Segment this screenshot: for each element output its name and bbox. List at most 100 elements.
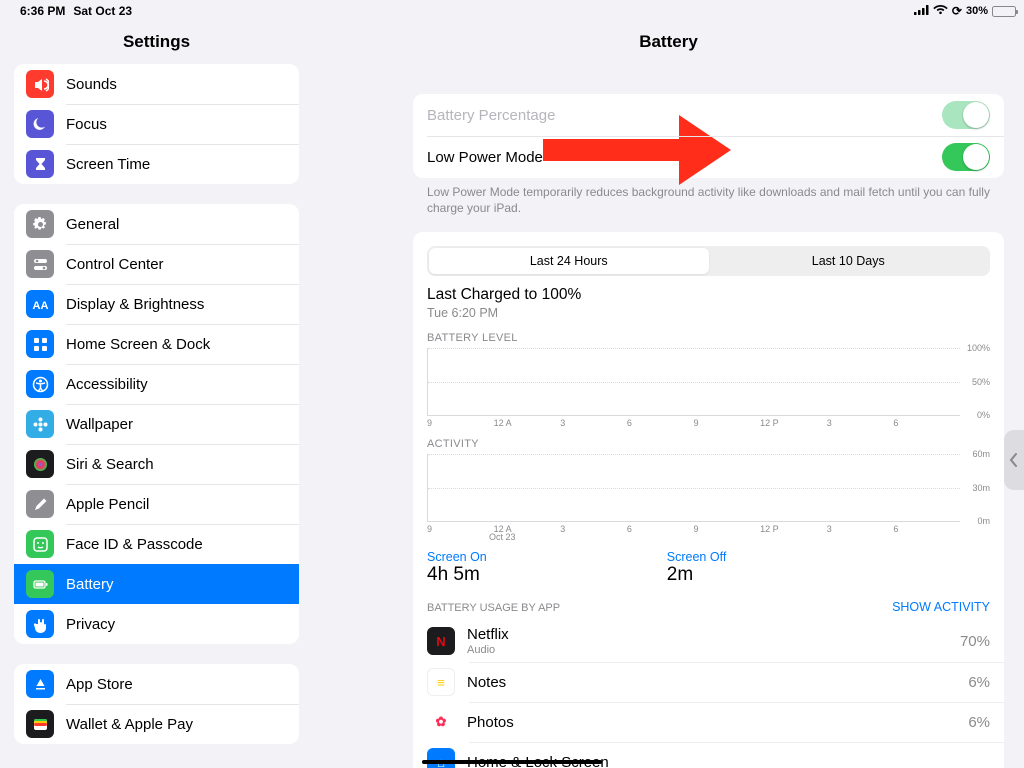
sidebar-item-wallpaper[interactable]: Wallpaper (14, 404, 299, 444)
screen-on-value: 4h 5m (427, 564, 487, 586)
access-icon (26, 370, 54, 398)
app-percentage: 6% (968, 674, 990, 691)
content-pane: Battery Battery Percentage Low Power Mode… (313, 22, 1024, 768)
screen-on-label: Screen On (427, 550, 487, 564)
sidebar-item-home-screen-dock[interactable]: Home Screen & Dock (14, 324, 299, 364)
apps-header-label: BATTERY USAGE BY APP (427, 602, 560, 614)
app-icon: ✿ (427, 708, 455, 736)
app-name: Notes (467, 674, 956, 691)
home-indicator[interactable] (422, 760, 602, 764)
svg-text:AA: AA (32, 300, 48, 312)
side-grabber[interactable] (1004, 430, 1024, 490)
battery-stats-card: Last 24 HoursLast 10 Days Last Charged t… (413, 232, 1004, 768)
battery-level-label: BATTERY LEVEL (413, 328, 1004, 346)
sidebar-item-label: App Store (66, 676, 133, 693)
sidebar-item-display-brightness[interactable]: AA Display & Brightness (14, 284, 299, 324)
switches-icon (26, 250, 54, 278)
battery-percent: 30% (966, 5, 988, 17)
sidebar-item-focus[interactable]: Focus (14, 104, 299, 144)
content-title: Battery (313, 22, 1024, 64)
face-icon (26, 530, 54, 558)
app-row-netflix[interactable]: N NetflixAudio 70% (413, 620, 1004, 662)
appstore-icon (26, 670, 54, 698)
last-charge-sub: Tue 6:20 PM (413, 304, 1004, 328)
sidebar-item-label: Display & Brightness (66, 296, 204, 313)
sidebar-item-general[interactable]: General (14, 204, 299, 244)
sidebar-item-label: Apple Pencil (66, 496, 149, 513)
battery-level-chart: 0%50%100% (427, 348, 960, 416)
content-scroll[interactable]: Battery Percentage Low Power Mode Low Pow… (313, 64, 1024, 768)
activity-chart: 0m30m60m (427, 454, 960, 522)
sidebar-item-label: Battery (66, 576, 114, 593)
app-icon: ≡ (427, 668, 455, 696)
sidebar-item-sounds[interactable]: Sounds (14, 64, 299, 104)
toggle-low-power-mode[interactable] (942, 143, 990, 171)
sidebar-item-label: Wallet & Apple Pay (66, 716, 193, 733)
screen-off-value: 2m (667, 564, 727, 586)
sidebar-item-apple-pencil[interactable]: Apple Pencil (14, 484, 299, 524)
gear-icon (26, 210, 54, 238)
sidebar-item-label: Accessibility (66, 376, 148, 393)
sidebar-item-label: Screen Time (66, 156, 150, 173)
moon-icon (26, 110, 54, 138)
setting-label: Low Power Mode (427, 149, 543, 166)
app-icon: N (427, 627, 455, 655)
sidebar-item-label: Face ID & Passcode (66, 536, 203, 553)
sidebar-item-label: General (66, 216, 119, 233)
sidebar-item-label: Home Screen & Dock (66, 336, 210, 353)
last-charge-title: Last Charged to 100% (413, 286, 1004, 304)
activity-label: ACTIVITY (413, 434, 1004, 452)
pencil-icon (26, 490, 54, 518)
status-date: Sat Oct 23 (73, 4, 132, 18)
siri-icon (26, 450, 54, 478)
setting-row-battery-percentage: Battery Percentage (413, 94, 1004, 136)
grid-icon (26, 330, 54, 358)
settings-sidebar: Settings Sounds Focus Screen Time General Co… (0, 22, 313, 768)
sidebar-item-label: Focus (66, 116, 107, 133)
rotation-lock-icon: ⟳ (952, 4, 962, 18)
setting-row-low-power-mode: Low Power Mode (413, 136, 1004, 178)
sidebar-title: Settings (0, 22, 313, 64)
sidebar-item-label: Privacy (66, 616, 115, 633)
low-power-footnote: Low Power Mode temporarily reduces backg… (413, 178, 1004, 216)
app-name: NetflixAudio (467, 626, 948, 656)
app-percentage: 70% (960, 633, 990, 650)
sidebar-item-label: Sounds (66, 76, 117, 93)
toggle-battery-percentage[interactable] (942, 101, 990, 129)
sidebar-item-face-id-passcode[interactable]: Face ID & Passcode (14, 524, 299, 564)
battery-toggles-card: Battery Percentage Low Power Mode (413, 94, 1004, 178)
cell-signal-icon (914, 5, 929, 18)
battery-level-xticks: 912 A36912 P36 (427, 416, 960, 428)
tab-last-24-hours[interactable]: Last 24 Hours (429, 248, 709, 274)
sidebar-item-label: Control Center (66, 256, 164, 273)
screen-off-label: Screen Off (667, 550, 727, 564)
time-range-segmented[interactable]: Last 24 HoursLast 10 Days (427, 246, 990, 276)
sidebar-item-label: Siri & Search (66, 456, 154, 473)
usage-summary: Screen On 4h 5m Screen Off 2m (413, 542, 1004, 596)
status-bar: 6:36 PM Sat Oct 23 ⟳ 30% (0, 0, 1024, 22)
sidebar-item-privacy[interactable]: Privacy (14, 604, 299, 644)
setting-label: Battery Percentage (427, 107, 555, 124)
status-right: ⟳ 30% (914, 0, 1016, 22)
sidebar-item-app-store[interactable]: App Store (14, 664, 299, 704)
tab-last-10-days[interactable]: Last 10 Days (709, 248, 989, 274)
flower-icon (26, 410, 54, 438)
app-icon: ⌂ (427, 748, 455, 768)
sidebar-item-control-center[interactable]: Control Center (14, 244, 299, 284)
sidebar-item-siri-search[interactable]: Siri & Search (14, 444, 299, 484)
sidebar-item-wallet-apple-pay[interactable]: Wallet & Apple Pay (14, 704, 299, 744)
status-time: 6:36 PM (20, 4, 65, 18)
hand-icon (26, 610, 54, 638)
sidebar-item-label: Wallpaper (66, 416, 133, 433)
show-activity-link[interactable]: SHOW ACTIVITY (892, 600, 990, 614)
app-row-photos[interactable]: ✿Photos6% (413, 702, 1004, 742)
app-row-home-lock-screen[interactable]: ⌂Home & Lock Screen (413, 742, 1004, 768)
sidebar-item-battery[interactable]: Battery (14, 564, 299, 604)
sidebar-scroll[interactable]: Sounds Focus Screen Time General Control Cen… (0, 64, 313, 768)
apps-list: N NetflixAudio 70% ≡ Notes 6% ✿Photos6%⌂Home &… (413, 620, 1004, 768)
wallet-icon (26, 710, 54, 738)
battery-icon (992, 6, 1016, 17)
sidebar-item-accessibility[interactable]: Accessibility (14, 364, 299, 404)
sidebar-item-screen-time[interactable]: Screen Time (14, 144, 299, 184)
app-row-notes[interactable]: ≡ Notes 6% (413, 662, 1004, 702)
